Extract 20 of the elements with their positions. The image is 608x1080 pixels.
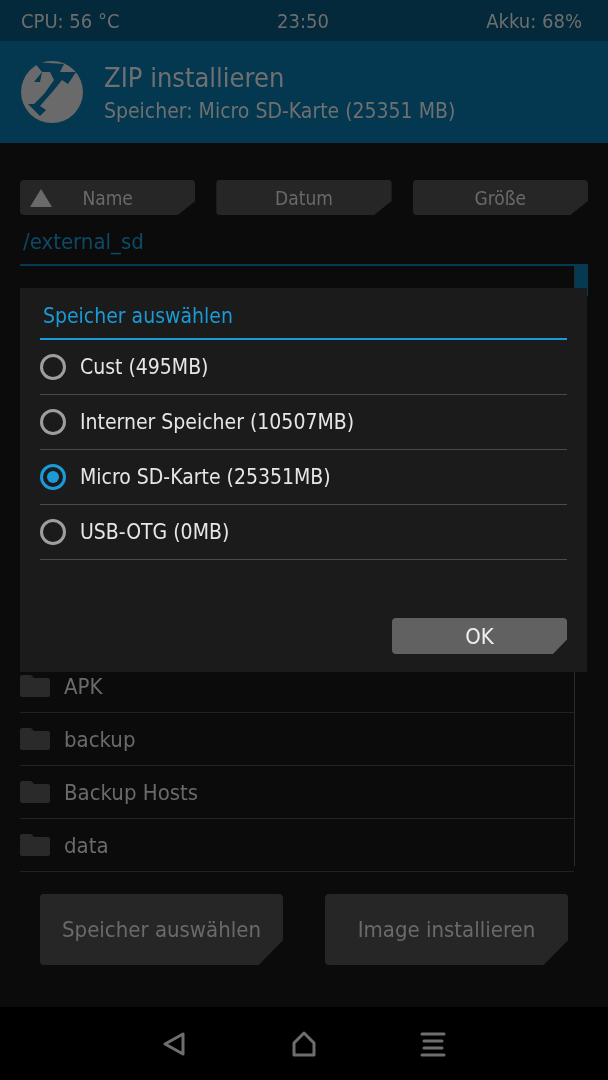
- storage-option[interactable]: Micro SD-Karte (25351MB): [40, 450, 567, 505]
- ok-button[interactable]: OK: [392, 618, 567, 654]
- storage-subtitle: Speicher: Micro SD-Karte (25351 MB): [104, 98, 456, 123]
- dialog-title: Speicher auswählen: [40, 288, 567, 340]
- file-row[interactable]: data: [20, 819, 574, 872]
- storage-option[interactable]: Interner Speicher (10507MB): [40, 395, 567, 450]
- file-row[interactable]: Backup Hosts: [20, 766, 574, 819]
- sort-button[interactable]: Name: [20, 180, 196, 215]
- action-button[interactable]: Image installieren: [325, 894, 568, 965]
- storage-option[interactable]: USB-OTG (0MB): [40, 505, 567, 560]
- sort-button[interactable]: Größe: [412, 180, 588, 215]
- screen-title: ZIP installieren: [104, 61, 286, 93]
- cpu-temperature: CPU: 56 °C: [21, 8, 120, 33]
- action-button[interactable]: Speicher auswählen: [40, 894, 283, 965]
- clock: 23:50: [277, 8, 329, 33]
- sort-button[interactable]: Datum: [216, 180, 392, 215]
- folder-path: /external_sd: [20, 215, 588, 266]
- storage-option[interactable]: Cust (495MB): [40, 340, 567, 395]
- battery-level: Akku: 68%: [486, 8, 582, 33]
- file-row[interactable]: backup: [20, 713, 574, 766]
